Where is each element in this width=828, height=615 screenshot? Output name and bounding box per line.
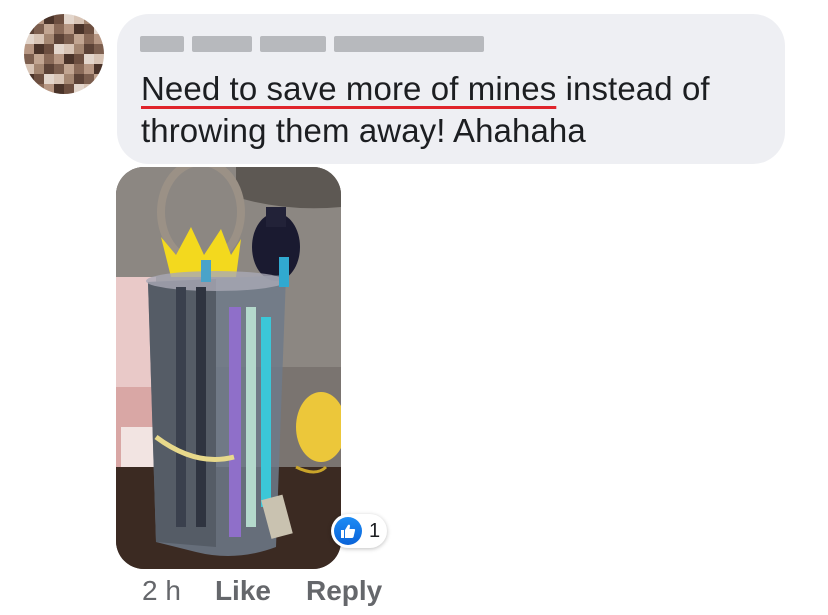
comment-photo[interactable] bbox=[116, 167, 341, 569]
avatar-pixel bbox=[34, 24, 44, 34]
avatar-pixel bbox=[24, 34, 34, 44]
thumbs-up-icon bbox=[334, 517, 362, 545]
avatar-pixel bbox=[64, 74, 74, 84]
avatar-pixel bbox=[74, 24, 84, 34]
comment-text: Need to save more of mines instead of th… bbox=[141, 68, 771, 152]
avatar-pixel bbox=[84, 64, 94, 74]
avatar-pixel bbox=[34, 64, 44, 74]
avatar-pixel bbox=[24, 24, 34, 34]
author-name-redacted[interactable] bbox=[140, 34, 484, 54]
avatar-pixel bbox=[64, 84, 74, 94]
avatar-pixel bbox=[34, 84, 44, 94]
avatar-pixel bbox=[24, 14, 34, 24]
avatar-pixel bbox=[64, 14, 74, 24]
avatar-pixel bbox=[64, 24, 74, 34]
avatar-pixel bbox=[74, 14, 84, 24]
avatar-pixel bbox=[34, 34, 44, 44]
avatar-pixel bbox=[74, 74, 84, 84]
avatar-pixel bbox=[24, 54, 34, 64]
avatar-pixel bbox=[84, 34, 94, 44]
comment-thread: Need to save more of mines instead of th… bbox=[0, 0, 828, 615]
avatar-pixel bbox=[34, 44, 44, 54]
avatar-pixel bbox=[44, 14, 54, 24]
avatar-pixel bbox=[44, 34, 54, 44]
avatar-pixel bbox=[54, 34, 64, 44]
avatar-pixel bbox=[94, 14, 104, 24]
avatar-pixel bbox=[24, 64, 34, 74]
avatar-pixel bbox=[54, 44, 64, 54]
photo-image bbox=[116, 167, 341, 569]
avatar-pixel bbox=[44, 74, 54, 84]
avatar-pixel bbox=[84, 54, 94, 64]
avatar-pixel bbox=[44, 84, 54, 94]
spellcheck-underlined-text: Need to save more of mines bbox=[141, 70, 557, 107]
avatar-pixel bbox=[84, 24, 94, 34]
avatar-pixel bbox=[44, 54, 54, 64]
avatar-pixel bbox=[54, 14, 64, 24]
avatar-pixel bbox=[74, 44, 84, 54]
avatar-pixel bbox=[94, 44, 104, 54]
timestamp[interactable]: 2 h bbox=[142, 575, 181, 607]
avatar-pixel bbox=[24, 44, 34, 54]
like-button[interactable]: Like bbox=[215, 575, 271, 607]
avatar-pixel bbox=[24, 74, 34, 84]
avatar-pixel bbox=[64, 34, 74, 44]
avatar-pixel bbox=[64, 44, 74, 54]
avatar-pixel bbox=[94, 54, 104, 64]
avatar-pixel bbox=[64, 64, 74, 74]
avatar-pixel bbox=[94, 34, 104, 44]
avatar[interactable] bbox=[24, 14, 104, 94]
avatar-pixel bbox=[84, 14, 94, 24]
avatar-pixel bbox=[64, 54, 74, 64]
avatar-pixel bbox=[34, 54, 44, 64]
avatar-pixel bbox=[74, 84, 84, 94]
avatar-pixel bbox=[94, 64, 104, 74]
avatar-pixel bbox=[84, 84, 94, 94]
avatar-pixel bbox=[54, 24, 64, 34]
avatar-pixel bbox=[54, 74, 64, 84]
avatar-pixel bbox=[74, 64, 84, 74]
avatar-pixel bbox=[74, 34, 84, 44]
reaction-summary[interactable]: 1 bbox=[331, 514, 387, 548]
avatar-pixel bbox=[44, 64, 54, 74]
comment-actions: 2 h Like Reply bbox=[142, 573, 417, 609]
avatar-pixel bbox=[34, 14, 44, 24]
reaction-count: 1 bbox=[369, 519, 381, 542]
avatar-pixel bbox=[84, 74, 94, 84]
avatar-pixel bbox=[54, 64, 64, 74]
avatar-pixel bbox=[94, 24, 104, 34]
avatar-pixel bbox=[74, 54, 84, 64]
avatar-pixel bbox=[54, 54, 64, 64]
avatar-pixel bbox=[44, 44, 54, 54]
avatar-pixel bbox=[94, 84, 104, 94]
avatar-pixel bbox=[54, 84, 64, 94]
avatar-pixel bbox=[94, 74, 104, 84]
reply-button[interactable]: Reply bbox=[306, 575, 382, 607]
avatar-pixel bbox=[44, 24, 54, 34]
avatar-pixel bbox=[34, 74, 44, 84]
avatar-pixel bbox=[84, 44, 94, 54]
avatar-pixel bbox=[24, 84, 34, 94]
